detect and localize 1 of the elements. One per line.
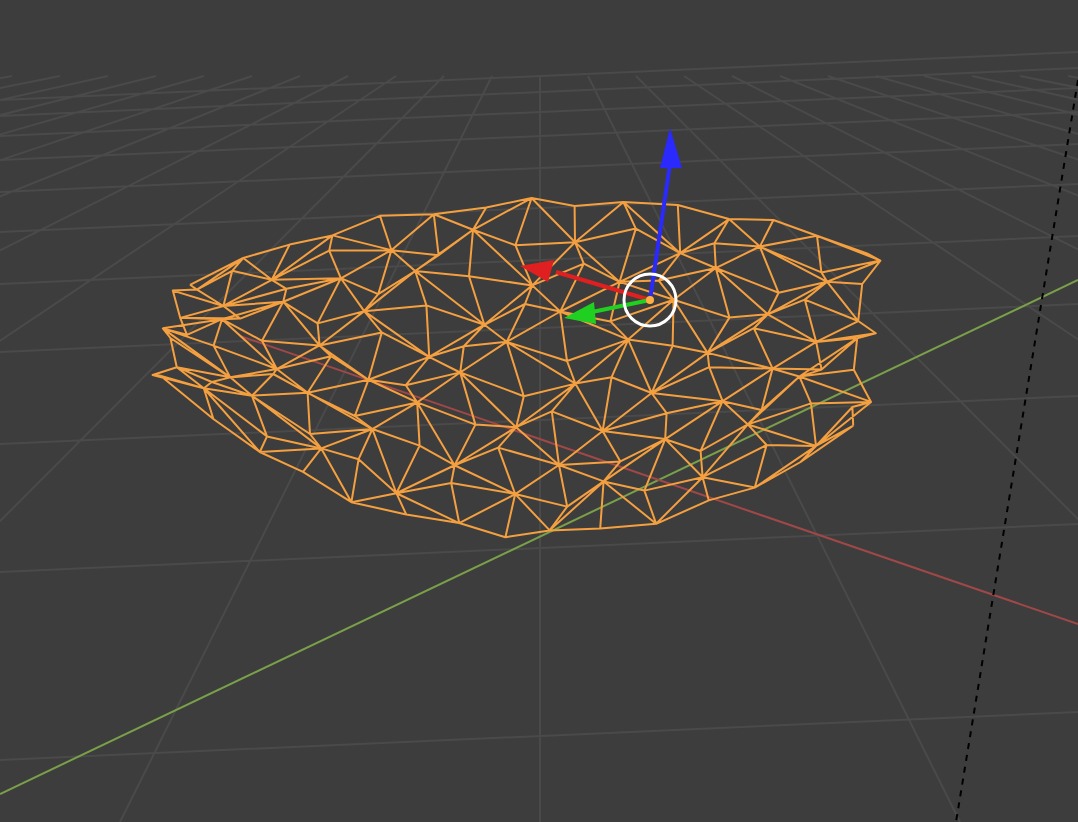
transform-gizmo-drawing[interactable] [520, 128, 682, 328]
